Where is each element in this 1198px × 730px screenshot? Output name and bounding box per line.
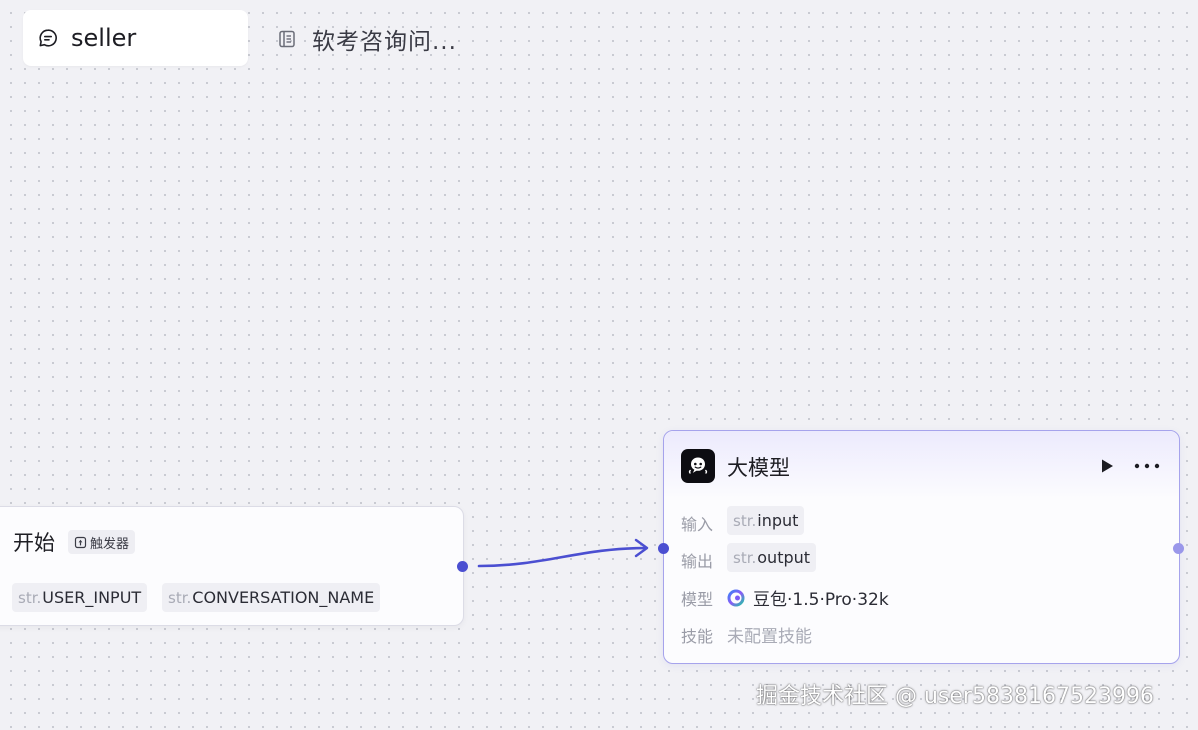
variable-chip: str. USER_INPUT (12, 583, 148, 612)
llm-node-output-port[interactable] (1173, 543, 1184, 554)
variable-type: str. (168, 588, 192, 607)
trigger-tag: 触发器 (68, 530, 136, 554)
variable-name: USER_INPUT (42, 588, 142, 607)
trigger-icon (74, 536, 87, 549)
chat-bubble-icon (37, 27, 59, 49)
input-value: str. input (727, 506, 805, 535)
llm-node[interactable]: 大模型 输入 str. input 输出 str. output 模型 豆包·1… (663, 430, 1180, 664)
more-dots-icon (1134, 463, 1160, 469)
document-icon (276, 28, 298, 50)
model-value: 豆包·1.5·Pro·32k (727, 585, 889, 610)
doubao-model-icon (727, 589, 745, 607)
watermark: 掘金技术社区 @ user5838167523996 (756, 684, 1154, 709)
model-name: 豆包·1.5·Pro·32k (753, 590, 889, 610)
start-node-title: 开始 (13, 531, 55, 555)
chat-session-pill[interactable]: seller (23, 10, 248, 66)
chat-session-label: seller (71, 24, 137, 52)
output-variable-chip: str. output (727, 543, 817, 572)
output-value: str. output (727, 543, 817, 572)
variable-name: output (757, 548, 811, 567)
input-label: 输入 (681, 515, 714, 534)
skill-value: 未配置技能 (727, 627, 812, 647)
variable-type: str. (733, 548, 757, 567)
document-tab[interactable]: 软考咨询问... (276, 22, 457, 56)
document-title: 软考咨询问... (312, 29, 457, 55)
llm-bot-icon (681, 449, 715, 483)
variable-type: str. (733, 511, 757, 530)
skill-label: 技能 (681, 627, 714, 646)
variable-name: CONVERSATION_NAME (192, 588, 375, 607)
more-options-button[interactable] (1133, 455, 1161, 477)
input-variable-chip: str. input (727, 506, 805, 535)
variable-name: input (757, 511, 799, 530)
llm-node-input-port[interactable] (658, 543, 669, 554)
start-node[interactable]: 开始 触发器 str. USER_INPUT str. CONVERSATION… (0, 506, 464, 626)
play-icon (1102, 459, 1113, 473)
run-node-button[interactable] (1098, 457, 1116, 475)
start-node-output-port[interactable] (457, 561, 468, 572)
variable-type: str. (18, 588, 42, 607)
trigger-tag-label: 触发器 (90, 536, 130, 552)
llm-node-title: 大模型 (727, 456, 790, 480)
output-label: 输出 (681, 552, 714, 571)
model-label: 模型 (681, 590, 714, 609)
variable-chip: str. CONVERSATION_NAME (162, 583, 381, 612)
